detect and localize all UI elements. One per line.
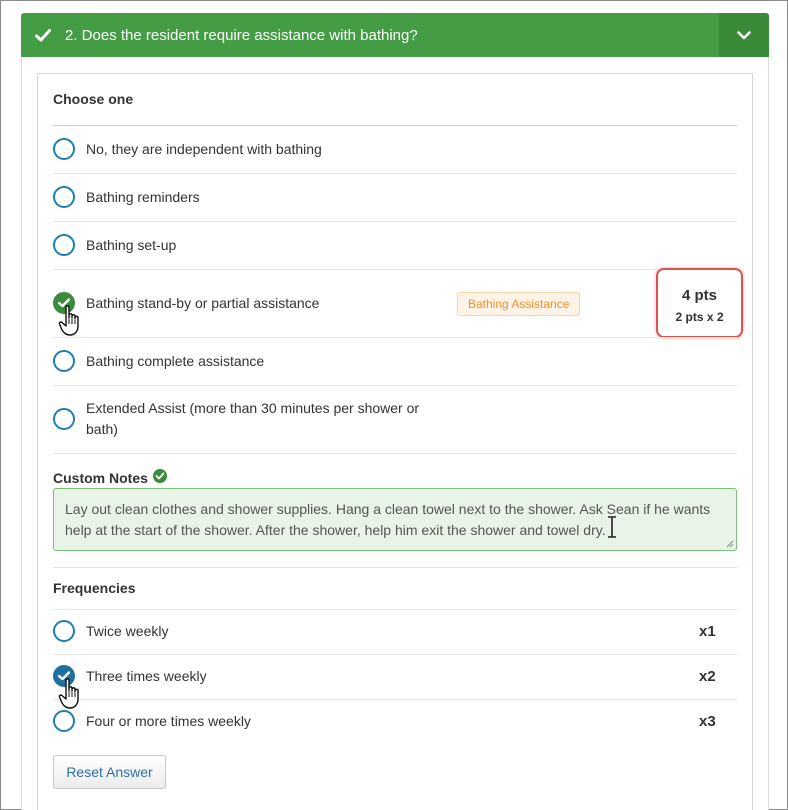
- points-value: 4 pts: [681, 287, 717, 304]
- radio-button[interactable]: [53, 350, 75, 372]
- divider: [53, 221, 737, 222]
- resize-handle-icon[interactable]: [726, 540, 734, 548]
- option-label: Bathing complete assistance: [86, 352, 265, 369]
- divider: [53, 609, 737, 610]
- frequency-three-times-weekly[interactable]: Three times weekly: [53, 665, 737, 687]
- question-title: 2. Does the resident require assistance …: [65, 26, 418, 44]
- divider: [53, 654, 737, 655]
- option-independent[interactable]: No, they are independent with bathing: [53, 138, 737, 160]
- frequency-label: Four or more times weekly: [86, 712, 251, 729]
- option-label: Bathing stand-by or partial assistance: [86, 294, 320, 311]
- divider: [53, 699, 737, 700]
- divider: [53, 453, 737, 454]
- option-complete[interactable]: Bathing complete assistance: [53, 350, 737, 372]
- option-label: Bathing reminders: [86, 188, 200, 205]
- check-icon: [21, 13, 65, 57]
- divider: [53, 567, 737, 568]
- divider: [53, 173, 737, 174]
- divider: [53, 385, 737, 386]
- radio-button[interactable]: [53, 620, 75, 642]
- frequency-twice-weekly[interactable]: Twice weekly: [53, 620, 737, 642]
- hand-pointer-icon: [58, 678, 79, 709]
- option-label: Extended Assist (more than 30 minutes pe…: [86, 400, 420, 437]
- text-cursor-icon: [608, 516, 616, 538]
- choose-one-heading: Choose one: [53, 91, 134, 107]
- divider: [53, 337, 737, 338]
- check-circle-icon: [152, 469, 167, 486]
- radio-button[interactable]: [53, 710, 75, 732]
- frequency-four-or-more-weekly[interactable]: Four or more times weekly: [53, 710, 737, 732]
- frequency-label: Twice weekly: [86, 622, 169, 639]
- frequencies-heading: Frequencies: [53, 580, 136, 596]
- radio-button[interactable]: [53, 408, 75, 430]
- reset-answer-button[interactable]: Reset Answer: [53, 755, 166, 789]
- collapse-toggle-button[interactable]: [719, 13, 769, 57]
- frequency-multiplier: x1: [699, 623, 716, 640]
- chevron-down-icon: [737, 30, 751, 39]
- radio-button[interactable]: [53, 234, 75, 256]
- frequency-multiplier: x3: [699, 713, 716, 730]
- points-box: 4 pts 2 pts x 2: [656, 268, 743, 338]
- divider: [53, 125, 737, 126]
- option-set-up[interactable]: Bathing set-up: [53, 234, 737, 256]
- points-detail: 2 pts x 2: [675, 310, 724, 324]
- hand-pointer-icon: [58, 305, 79, 336]
- question-header[interactable]: 2. Does the resident require assistance …: [21, 13, 769, 57]
- radio-button[interactable]: [53, 186, 75, 208]
- custom-notes-textarea[interactable]: Lay out clean clothes and shower supplie…: [53, 488, 737, 551]
- option-extended[interactable]: Extended Assist (more than 30 minutes pe…: [53, 398, 737, 440]
- divider: [53, 269, 737, 270]
- option-label: No, they are independent with bathing: [86, 140, 322, 157]
- custom-notes-label: Custom Notes: [53, 469, 148, 486]
- custom-notes-heading: Custom Notes: [53, 469, 167, 486]
- option-stand-by[interactable]: Bathing stand-by or partial assistance: [53, 292, 737, 314]
- option-label: Bathing set-up: [86, 236, 177, 253]
- option-reminders[interactable]: Bathing reminders: [53, 186, 737, 208]
- frequency-label: Three times weekly: [86, 667, 207, 684]
- radio-button[interactable]: [53, 138, 75, 160]
- frequency-multiplier: x2: [699, 668, 716, 685]
- category-tag: Bathing Assistance: [457, 292, 581, 316]
